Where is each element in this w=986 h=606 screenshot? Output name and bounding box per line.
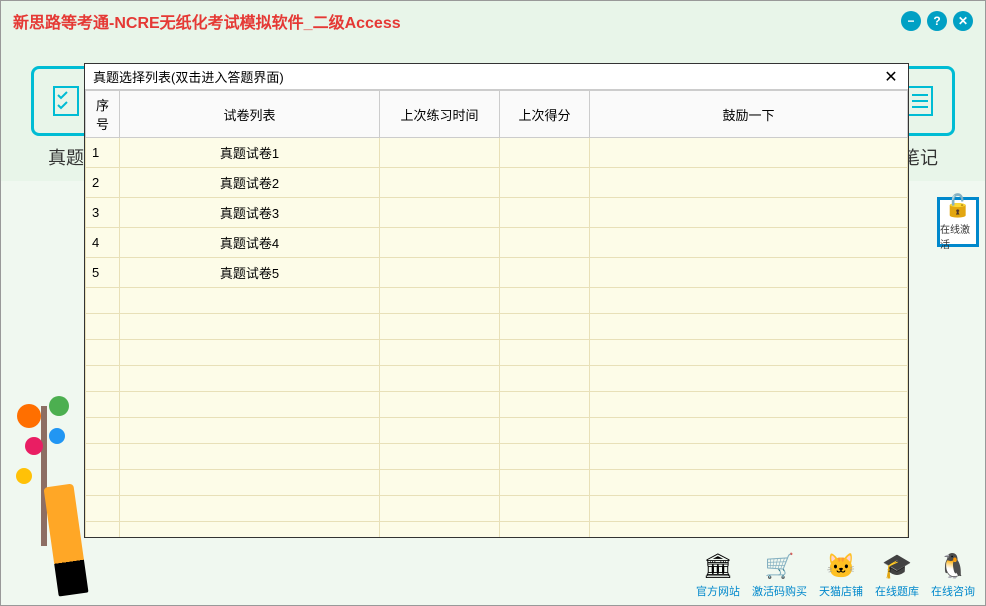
- cell-score: [500, 198, 590, 228]
- cell-time: [380, 198, 500, 228]
- table-row[interactable]: 2真题试卷2: [86, 168, 908, 198]
- link-label: 天猫店铺: [819, 583, 863, 599]
- exam-list-modal: 真题选择列表(双击进入答题界面) ✕ 序号 试卷列表 上次练习时间 上次得分 鼓…: [84, 63, 909, 538]
- link-icon: 🏛: [700, 551, 736, 581]
- col-header-time[interactable]: 上次练习时间: [380, 91, 500, 138]
- link-label: 在线题库: [875, 583, 919, 599]
- minimize-button[interactable]: −: [901, 11, 921, 31]
- link-icon: 🐧: [935, 551, 971, 581]
- table-row-empty: [86, 314, 908, 340]
- exam-table: 序号 试卷列表 上次练习时间 上次得分 鼓励一下 1真题试卷12真题试卷23真题…: [85, 90, 908, 537]
- cell-encourage: [590, 198, 908, 228]
- link-icon: 🎓: [879, 551, 915, 581]
- link-label: 在线咨询: [931, 583, 975, 599]
- table-header-row: 序号 试卷列表 上次练习时间 上次得分 鼓励一下: [86, 91, 908, 138]
- table-row-empty: [86, 288, 908, 314]
- bottom-links: 🏛 官方网站 🛒 激活码购买 🐱 天猫店铺 🎓 在线题库 🐧 在线咨询: [696, 551, 975, 599]
- table-row[interactable]: 5真题试卷5: [86, 258, 908, 288]
- cell-name: 真题试卷5: [120, 258, 380, 288]
- table-row[interactable]: 4真题试卷4: [86, 228, 908, 258]
- bottom-link-在线咨询[interactable]: 🐧 在线咨询: [931, 551, 975, 599]
- cell-name: 真题试卷3: [120, 198, 380, 228]
- help-button[interactable]: ?: [927, 11, 947, 31]
- cell-name: 真题试卷2: [120, 168, 380, 198]
- table-row-empty: [86, 366, 908, 392]
- modal-close-button[interactable]: ✕: [882, 67, 900, 87]
- table-row-empty: [86, 392, 908, 418]
- lock-icon: 🔓: [944, 193, 971, 219]
- titlebar: 新思路等考通-NCRE无纸化考试模拟软件_二级Access − ? ✕: [1, 1, 985, 41]
- table-row[interactable]: 1真题试卷1: [86, 138, 908, 168]
- cell-no: 2: [86, 168, 120, 198]
- table-row-empty: [86, 340, 908, 366]
- table-row-empty: [86, 470, 908, 496]
- cell-no: 1: [86, 138, 120, 168]
- cell-score: [500, 228, 590, 258]
- close-button[interactable]: ✕: [953, 11, 973, 31]
- col-header-list[interactable]: 试卷列表: [120, 91, 380, 138]
- link-label: 官方网站: [696, 583, 740, 599]
- cell-no: 5: [86, 258, 120, 288]
- cell-name: 真题试卷1: [120, 138, 380, 168]
- cell-encourage: [590, 138, 908, 168]
- bottom-link-激活码购买[interactable]: 🛒 激活码购买: [752, 551, 807, 599]
- activate-button[interactable]: 🔓 在线激活: [937, 197, 979, 247]
- table-row-empty: [86, 496, 908, 522]
- cell-no: 4: [86, 228, 120, 258]
- cell-time: [380, 258, 500, 288]
- col-header-no[interactable]: 序号: [86, 91, 120, 138]
- cell-score: [500, 258, 590, 288]
- cell-time: [380, 228, 500, 258]
- cell-encourage: [590, 258, 908, 288]
- nav-label: 真题: [48, 144, 84, 170]
- modal-title: 真题选择列表(双击进入答题界面): [93, 67, 284, 86]
- window-controls: − ? ✕: [901, 11, 973, 31]
- cell-encourage: [590, 228, 908, 258]
- bottom-link-在线题库[interactable]: 🎓 在线题库: [875, 551, 919, 599]
- cell-score: [500, 138, 590, 168]
- link-icon: 🐱: [823, 551, 859, 581]
- modal-body: 序号 试卷列表 上次练习时间 上次得分 鼓励一下 1真题试卷12真题试卷23真题…: [85, 90, 908, 537]
- link-icon: 🛒: [762, 551, 798, 581]
- cell-name: 真题试卷4: [120, 228, 380, 258]
- col-header-score[interactable]: 上次得分: [500, 91, 590, 138]
- table-row-empty: [86, 418, 908, 444]
- cell-encourage: [590, 168, 908, 198]
- cell-time: [380, 168, 500, 198]
- cell-time: [380, 138, 500, 168]
- modal-header: 真题选择列表(双击进入答题界面) ✕: [85, 64, 908, 90]
- col-header-encourage[interactable]: 鼓励一下: [590, 91, 908, 138]
- table-row-empty: [86, 444, 908, 470]
- link-label: 激活码购买: [752, 583, 807, 599]
- bottom-link-官方网站[interactable]: 🏛 官方网站: [696, 551, 740, 599]
- bottom-link-天猫店铺[interactable]: 🐱 天猫店铺: [819, 551, 863, 599]
- cell-score: [500, 168, 590, 198]
- cell-no: 3: [86, 198, 120, 228]
- app-title: 新思路等考通-NCRE无纸化考试模拟软件_二级Access: [13, 9, 401, 33]
- activate-label: 在线激活: [940, 221, 976, 251]
- table-row-empty: [86, 522, 908, 538]
- table-row[interactable]: 3真题试卷3: [86, 198, 908, 228]
